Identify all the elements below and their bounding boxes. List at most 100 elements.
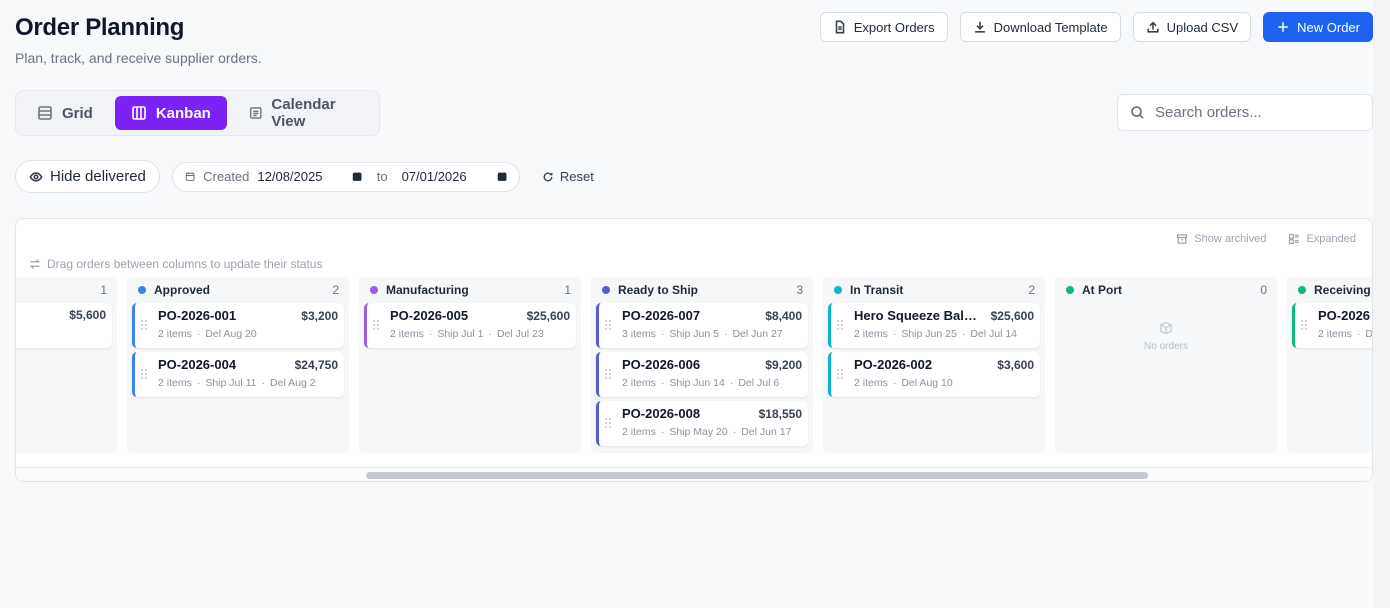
date-from-input[interactable]: 12/08/2025 bbox=[257, 169, 322, 184]
kanban-column: Approved 2 PO-2026-001 $3,200 2 items · Del Au… bbox=[127, 277, 349, 453]
order-items: 2 items bbox=[854, 377, 888, 389]
order-del: Del Aug 20 bbox=[205, 328, 257, 340]
kanban-column: Receiving PO-2026 2 items · D bbox=[1287, 277, 1373, 453]
board-tools: Show archived Expanded bbox=[1176, 233, 1356, 245]
drag-handle-icon[interactable] bbox=[141, 320, 149, 331]
order-del: Del Jul 6 bbox=[738, 377, 780, 389]
order-meta: 2 items · Ship Jun 25 · Del Jul 14 bbox=[854, 328, 1018, 340]
order-items: 2 items bbox=[1318, 328, 1352, 340]
order-card[interactable]: PO-2026-006 $9,200 2 items · Ship Jun 14 · Del… bbox=[596, 352, 808, 397]
order-amount: $18,550 bbox=[758, 407, 802, 421]
calendar-picker-icon[interactable] bbox=[497, 170, 507, 183]
drag-handle-icon[interactable] bbox=[605, 320, 613, 331]
page-subtitle: Plan, track, and receive supplier orders… bbox=[15, 50, 262, 66]
order-id: PO-2026-004 bbox=[158, 357, 237, 372]
drag-handle-icon[interactable] bbox=[373, 320, 381, 331]
order-ship: Ship Jul 11 bbox=[205, 377, 257, 389]
order-card[interactable]: PO-2026-004 $24,750 2 items · Ship Jul 11 · De… bbox=[132, 352, 344, 397]
drag-handle-icon[interactable] bbox=[837, 369, 845, 380]
column-count: 2 bbox=[332, 283, 339, 297]
order-items: 2 items bbox=[854, 328, 888, 340]
drag-hint: Drag orders between columns to update th… bbox=[29, 257, 322, 271]
scroll-thumb[interactable] bbox=[366, 472, 1148, 479]
order-meta: 2 items · Ship May 20 · Del Jun 17 bbox=[622, 426, 792, 438]
drag-handle-icon[interactable] bbox=[141, 369, 149, 380]
expanded-toggle[interactable]: Expanded bbox=[1288, 233, 1356, 245]
order-id: PO-2026 bbox=[1318, 308, 1371, 323]
column-title: Manufacturing bbox=[386, 283, 469, 297]
swap-icon bbox=[29, 259, 41, 269]
order-id: PO-2026-008 bbox=[622, 406, 701, 421]
order-id: PO-2026-001 bbox=[158, 308, 237, 323]
column-count: 2 bbox=[1028, 283, 1035, 297]
search-input[interactable] bbox=[1155, 104, 1355, 121]
header-actions: Export Orders Download Template Upload C… bbox=[819, 12, 1373, 42]
tab-calendar[interactable]: Calendar View bbox=[233, 96, 374, 130]
list-icon bbox=[38, 106, 52, 120]
order-card[interactable]: PO-2026 2 items · D bbox=[1292, 303, 1373, 348]
new-order-button[interactable]: New Order bbox=[1263, 12, 1373, 42]
column-header: At Port 0 bbox=[1055, 277, 1277, 303]
column-title: At Port bbox=[1082, 283, 1122, 297]
order-del: Del Jun 27 bbox=[732, 328, 783, 340]
order-card[interactable]: PO-2026-001 $3,200 2 items · Del Aug 20 bbox=[132, 303, 344, 348]
drag-handle-icon[interactable] bbox=[605, 418, 613, 429]
reset-button[interactable]: Reset bbox=[542, 169, 594, 184]
order-meta: 2 items · Del Aug 20 bbox=[158, 328, 257, 340]
download-template-button[interactable]: Download Template bbox=[959, 12, 1121, 42]
tab-kanban[interactable]: Kanban bbox=[114, 96, 227, 130]
order-items: 3 items bbox=[622, 328, 656, 340]
show-archived-button[interactable]: Show archived bbox=[1176, 233, 1266, 245]
horizontal-scrollbar[interactable] bbox=[16, 467, 1372, 481]
order-card[interactable]: PO-2026-005 $25,600 2 items · Ship Jul 1 · Del… bbox=[364, 303, 576, 348]
download-icon bbox=[974, 21, 985, 33]
column-header: Manufacturing 1 bbox=[359, 277, 581, 303]
order-items: 2 items bbox=[390, 328, 424, 340]
calendar-picker-icon[interactable] bbox=[352, 170, 362, 183]
order-meta: 2 items · Del Aug 10 bbox=[854, 377, 953, 389]
tab-grid[interactable]: Grid bbox=[21, 96, 109, 130]
order-card[interactable]: PO-2026-002 $3,600 2 items · Del Aug 10 bbox=[828, 352, 1040, 397]
search-box bbox=[1117, 94, 1373, 131]
order-meta: 2 items · Ship Jul 1 · Del Jul 23 bbox=[390, 328, 544, 340]
file-icon bbox=[835, 20, 845, 34]
order-card[interactable]: PO-2026-007 $8,400 3 items · Ship Jun 5 · Del … bbox=[596, 303, 808, 348]
page-title: Order Planning bbox=[15, 14, 185, 41]
order-id: PO-2026-006 bbox=[622, 357, 701, 372]
date-to-input[interactable]: 07/01/2026 bbox=[402, 169, 467, 184]
created-label: Created bbox=[203, 169, 250, 184]
status-dot bbox=[602, 286, 610, 294]
order-del: Del Jul 14 bbox=[970, 328, 1018, 340]
plus-icon bbox=[1278, 22, 1288, 32]
order-ship: Ship Jun 5 bbox=[669, 328, 719, 340]
hide-delivered-toggle[interactable]: Hide delivered bbox=[15, 160, 160, 193]
column-header: 1 bbox=[16, 277, 117, 303]
drag-handle-icon[interactable] bbox=[837, 320, 845, 331]
column-title: Approved bbox=[154, 283, 211, 297]
order-ship: Ship May 20 bbox=[669, 426, 728, 438]
columns-icon bbox=[132, 106, 146, 120]
kanban-column: In Transit 2 Hero Squeeze Ball ... $25,600 2… bbox=[823, 277, 1045, 453]
order-card[interactable]: $5,600 16·Del Aug 8 bbox=[16, 303, 112, 348]
view-switcher: Grid Kanban Calendar View bbox=[15, 90, 380, 136]
order-card[interactable]: PO-2026-008 $18,550 2 items · Ship May 20 · De… bbox=[596, 401, 808, 446]
archive-icon bbox=[1177, 234, 1188, 244]
order-del: Del Jun 17 bbox=[741, 426, 792, 438]
drag-handle-icon[interactable] bbox=[605, 369, 613, 380]
status-dot bbox=[370, 286, 378, 294]
column-count: 0 bbox=[1260, 283, 1267, 297]
order-card[interactable]: Hero Squeeze Ball ... $25,600 2 items · Ship… bbox=[828, 303, 1040, 348]
upload-csv-button[interactable]: Upload CSV bbox=[1132, 12, 1252, 42]
date-range-filter: Created 12/08/2025 to 07/01/2026 bbox=[171, 161, 520, 192]
column-header: Ready to Ship 3 bbox=[591, 277, 813, 303]
drag-handle-icon[interactable] bbox=[1301, 320, 1309, 331]
order-del: D bbox=[1365, 328, 1373, 340]
export-orders-button[interactable]: Export Orders bbox=[819, 12, 948, 42]
order-ship: Ship Jun 25 bbox=[901, 328, 957, 340]
column-title: Ready to Ship bbox=[618, 283, 699, 297]
column-header: Approved 2 bbox=[127, 277, 349, 303]
page-edge bbox=[1373, 0, 1390, 608]
eye-icon bbox=[29, 171, 43, 182]
to-label: to bbox=[376, 169, 388, 184]
calendar-icon bbox=[249, 107, 262, 119]
